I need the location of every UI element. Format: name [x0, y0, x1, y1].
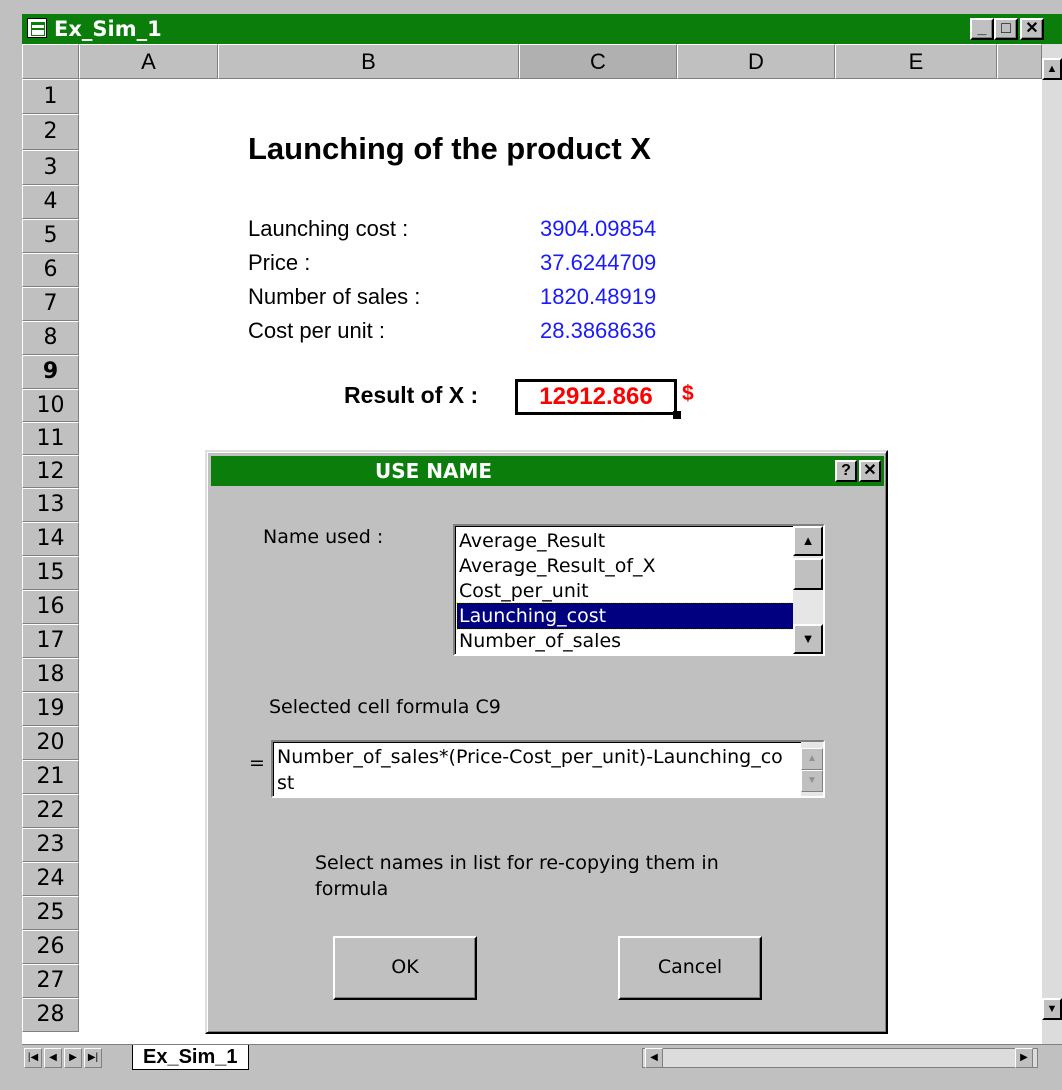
hint-text: Select names in list for re-copying them… — [315, 852, 719, 900]
value-number-of-sales: 1820.48919 — [540, 284, 657, 309]
maximize-button[interactable]: □ — [994, 18, 1018, 40]
help-icon[interactable]: ? — [835, 460, 857, 482]
next-sheet-icon[interactable]: ▶ — [64, 1048, 82, 1068]
list-item[interactable]: Average_Result — [457, 528, 795, 554]
minimize-button[interactable]: _ — [970, 18, 994, 40]
fill-handle[interactable] — [673, 411, 681, 419]
list-item[interactable]: Average_Result_of_X — [457, 553, 795, 579]
label-number-of-sales: Number of sales : — [248, 284, 421, 309]
row-header-16[interactable]: 16 — [22, 590, 79, 624]
name-used-label: Name used : — [263, 526, 384, 548]
select-all-corner[interactable] — [22, 44, 79, 79]
dialog-title: USE NAME — [375, 459, 493, 483]
excel-window: Ex_Sim_1 _ □ ✕ A B C D E 1 2 3 4 5 6 7 8 9 10 11 12… — [0, 0, 1062, 1090]
row-header-19[interactable]: 19 — [22, 692, 79, 726]
scroll-right-arrow-icon[interactable]: ▶ — [1015, 1048, 1033, 1068]
cancel-button[interactable]: Cancel — [618, 936, 762, 1000]
scroll-left-arrow-icon[interactable]: ◀ — [645, 1048, 663, 1068]
formula-scroll-down-icon: ▼ — [801, 770, 823, 792]
result-label: Result of X : — [344, 382, 479, 408]
vertical-scrollbar[interactable]: ▲ ▼ — [1042, 44, 1062, 1044]
list-item[interactable]: Launching_cost — [456, 602, 796, 630]
use-name-dialog: USE NAME ? ✕ Name used : Average_Result A… — [205, 450, 888, 1034]
label-cost-per-unit: Cost per unit : — [248, 318, 385, 343]
dialog-close-icon[interactable]: ✕ — [859, 460, 881, 482]
excel-sheet-icon — [27, 18, 47, 38]
value-cost-per-unit: 28.3868636 — [540, 318, 657, 343]
row-header-10[interactable]: 10 — [22, 389, 79, 422]
label-price: Price : — [248, 250, 311, 275]
row-header-20[interactable]: 20 — [22, 726, 79, 760]
row-header-18[interactable]: 18 — [22, 658, 79, 692]
column-header-d[interactable]: D — [677, 44, 835, 79]
column-header-a[interactable]: A — [79, 44, 218, 79]
formula-field[interactable]: Number_of_sales*(Price-Cost_per_unit)-La… — [271, 740, 825, 798]
list-scroll-down-icon[interactable]: ▼ — [793, 624, 823, 654]
column-header-b[interactable]: B — [218, 44, 519, 79]
list-scroll-thumb[interactable] — [793, 558, 823, 590]
sheet-title: Launching of the product X — [248, 131, 651, 166]
formula-scrollbar: ▲ ▼ — [801, 742, 823, 796]
row-header-27[interactable]: 27 — [22, 964, 79, 998]
list-item[interactable]: Cost_per_unit — [457, 578, 795, 604]
row-header-8[interactable]: 8 — [22, 321, 79, 355]
row-header-25[interactable]: 25 — [22, 896, 79, 930]
row-header-6[interactable]: 6 — [22, 253, 79, 287]
sheet-tab-bar: |◀ ◀ ▶ ▶| Ex_Sim_1 ◀ ▶ — [22, 1044, 1062, 1071]
row-header-23[interactable]: 23 — [22, 828, 79, 862]
currency-symbol: $ — [682, 382, 694, 405]
formula-scroll-up-icon: ▲ — [801, 748, 823, 770]
column-header-partial — [997, 44, 1042, 79]
row-header-3[interactable]: 3 — [22, 150, 79, 185]
row-header-13[interactable]: 13 — [22, 488, 79, 522]
window-titlebar[interactable]: Ex_Sim_1 _ □ ✕ — [22, 14, 1062, 44]
row-header-1[interactable]: 1 — [22, 79, 79, 114]
row-header-7[interactable]: 7 — [22, 287, 79, 321]
row-header-15[interactable]: 15 — [22, 556, 79, 590]
scroll-down-arrow-icon[interactable]: ▼ — [1042, 998, 1062, 1020]
dialog-titlebar[interactable]: USE NAME ? ✕ — [211, 456, 884, 486]
row-header-17[interactable]: 17 — [22, 624, 79, 658]
sheet-tab-ex-sim-1[interactable]: Ex_Sim_1 — [132, 1045, 249, 1070]
list-item[interactable]: Number_of_sales — [457, 628, 795, 654]
value-price: 37.6244709 — [540, 250, 657, 275]
row-header-5[interactable]: 5 — [22, 219, 79, 253]
equals-sign: = — [249, 752, 265, 774]
row-header-24[interactable]: 24 — [22, 862, 79, 896]
row-header-9[interactable]: 9 — [22, 355, 79, 389]
formula-label: Selected cell formula C9 — [269, 696, 501, 718]
first-sheet-icon[interactable]: |◀ — [24, 1048, 42, 1068]
listbox-scrollbar[interactable]: ▲ ▼ — [793, 526, 823, 654]
prev-sheet-icon[interactable]: ◀ — [44, 1048, 62, 1068]
last-sheet-icon[interactable]: ▶| — [84, 1048, 102, 1068]
row-header-4[interactable]: 4 — [22, 185, 79, 219]
row-header-28[interactable]: 28 — [22, 998, 79, 1032]
horizontal-scrollbar[interactable]: ◀ ▶ — [642, 1048, 1038, 1068]
scroll-up-arrow-icon[interactable]: ▲ — [1042, 58, 1062, 80]
row-header-26[interactable]: 26 — [22, 930, 79, 964]
formula-text[interactable]: Number_of_sales*(Price-Cost_per_unit)-La… — [277, 744, 787, 796]
list-scroll-up-icon[interactable]: ▲ — [793, 526, 823, 556]
close-button[interactable]: ✕ — [1020, 18, 1044, 40]
row-header-2[interactable]: 2 — [22, 114, 79, 150]
value-launching-cost: 3904.09854 — [540, 216, 657, 241]
window-title: Ex_Sim_1 — [54, 17, 162, 41]
column-header-c[interactable]: C — [519, 44, 677, 79]
row-header-22[interactable]: 22 — [22, 794, 79, 828]
column-header-e[interactable]: E — [835, 44, 997, 79]
row-header-14[interactable]: 14 — [22, 522, 79, 556]
label-launching-cost: Launching cost : — [248, 216, 409, 241]
row-header-21[interactable]: 21 — [22, 760, 79, 794]
row-header-11[interactable]: 11 — [22, 422, 79, 455]
row-header-12[interactable]: 12 — [22, 455, 79, 488]
selected-cell-c9[interactable]: 12912.866 — [515, 379, 677, 415]
ok-button[interactable]: OK — [333, 936, 477, 1000]
names-listbox[interactable]: Average_Result Average_Result_of_X Cost_pe… — [453, 524, 825, 656]
